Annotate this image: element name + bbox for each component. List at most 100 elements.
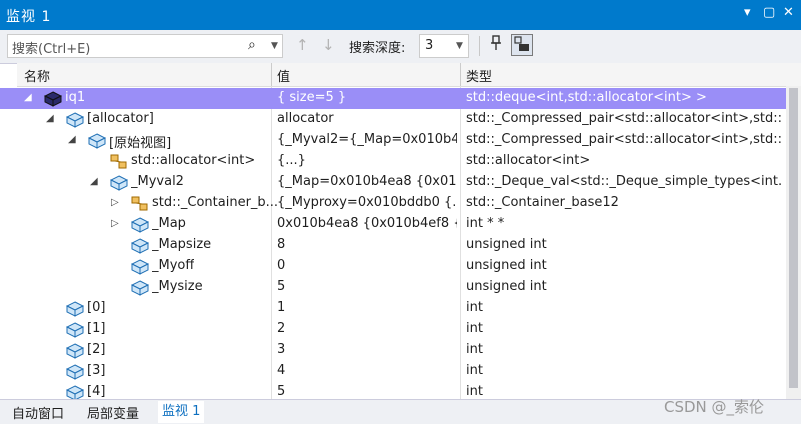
watermark: CSDN @_索伦 [664, 398, 765, 416]
close-icon[interactable]: ✕ [783, 5, 794, 20]
collapse-icon[interactable]: ◢ [90, 176, 98, 187]
row-value[interactable]: { size=5 } [277, 90, 457, 105]
row-name: _Myval2 [131, 174, 184, 189]
search-depth-select[interactable]: 3 ▼ [419, 34, 469, 58]
search-icon[interactable]: ⌕ [248, 37, 256, 53]
tab-autos[interactable]: 自动窗口 [12, 403, 64, 422]
title-bar: 监视 1 ▾ ▢ ✕ [0, 0, 801, 30]
dropdown-icon[interactable]: ▾ [744, 5, 751, 20]
search-placeholder: 搜索(Ctrl+E) [12, 42, 91, 57]
row-type: int [466, 363, 483, 378]
row-name: [4] [87, 384, 106, 399]
row-name: [3] [87, 363, 106, 378]
maximize-icon[interactable]: ▢ [763, 5, 775, 20]
search-next-icon[interactable]: ↓ [322, 36, 335, 54]
chevron-down-icon: ▼ [456, 41, 463, 51]
column-name-header[interactable]: 名称 [24, 66, 50, 85]
row-name: iq1 [65, 90, 86, 105]
collapse-icon[interactable]: ◢ [46, 113, 54, 124]
row-type: unsigned int [466, 237, 547, 252]
cube-icon [130, 217, 150, 233]
row-value[interactable]: {_Myproxy=0x010bddb0 {... [277, 195, 457, 210]
watch-row[interactable]: ◢ [原始视图] {_Myval2={_Map=0x010b4... std::_Co… [0, 130, 786, 151]
cube-icon [65, 301, 85, 317]
column-type-header[interactable]: 类型 [466, 66, 492, 85]
watch-row[interactable]: ◢ [allocator] allocator std::_Compressed_pa… [0, 109, 786, 130]
expand-icon[interactable]: ▷ [111, 218, 119, 229]
column-value-header[interactable]: 值 [277, 66, 290, 85]
expand-icon[interactable]: ▷ [111, 197, 119, 208]
toolbar-divider [479, 36, 480, 56]
row-value[interactable]: 3 [277, 342, 457, 357]
collapse-icon[interactable]: ◢ [68, 134, 76, 145]
watch-row[interactable]: ▷ _Map 0x010b4ea8 {0x010b4ef8 {... int * * [0, 214, 786, 235]
cube-icon [130, 259, 150, 275]
cube-icon [43, 91, 63, 107]
row-type: std::deque<int,std::allocator<int> > [466, 90, 707, 105]
watch-row[interactable]: _Mysize 5 unsigned int [0, 277, 786, 298]
row-value[interactable]: {_Myval2={_Map=0x010b4... [277, 132, 457, 147]
row-name: _Mysize [152, 279, 203, 294]
row-value[interactable]: 4 [277, 363, 457, 378]
watch-row[interactable]: ▷ std::_Container_b... {_Myproxy=0x010bddb… [0, 193, 786, 214]
row-value[interactable]: {_Map=0x010b4ea8 {0x01... [277, 174, 457, 189]
watch-row[interactable]: _Mapsize 8 unsigned int [0, 235, 786, 256]
base-class-icon [110, 154, 127, 169]
vertical-scrollbar[interactable] [786, 86, 801, 399]
row-name: _Myoff [152, 258, 195, 273]
row-value[interactable]: allocator [277, 111, 457, 126]
cube-icon [65, 112, 85, 128]
base-class-icon [131, 196, 148, 211]
cube-icon [65, 364, 85, 380]
cube-icon [130, 280, 150, 296]
row-type: std::_Container_base12 [466, 195, 619, 210]
row-type: std::allocator<int> [466, 153, 591, 168]
cube-icon [65, 322, 85, 338]
column-divider[interactable] [460, 63, 461, 86]
row-type: int * * [466, 216, 505, 231]
tab-locals[interactable]: 局部变量 [87, 403, 139, 422]
row-name: [allocator] [87, 111, 154, 126]
row-type: int [466, 300, 483, 315]
search-depth-value: 3 [425, 38, 434, 53]
row-name: [原始视图] [109, 136, 172, 151]
row-name: _Mapsize [152, 237, 212, 252]
chevron-down-icon[interactable]: ▼ [271, 41, 278, 51]
row-value[interactable]: 2 [277, 321, 457, 336]
search-previous-icon[interactable]: ↑ [296, 36, 309, 54]
scrollbar-thumb[interactable] [789, 88, 798, 388]
row-name: std::allocator<int> [131, 153, 256, 168]
row-value[interactable]: 5 [277, 384, 457, 399]
row-type: std::_Compressed_pair<std::allocator<int… [466, 111, 782, 126]
pin-icon[interactable] [485, 34, 507, 56]
cube-icon [130, 238, 150, 254]
row-value[interactable]: 5 [277, 279, 457, 294]
row-value[interactable]: 0 [277, 258, 457, 273]
tab-watch-1[interactable]: 监视 1 [158, 401, 205, 423]
column-divider[interactable] [271, 63, 272, 86]
row-value[interactable]: 1 [277, 300, 457, 315]
watch-row[interactable]: [3] 4 int [0, 361, 786, 382]
hex-display-icon[interactable] [511, 34, 533, 56]
watch-row[interactable]: ◢ _Myval2 {_Map=0x010b4ea8 {0x01... std::_D… [0, 172, 786, 193]
row-type: unsigned int [466, 258, 547, 273]
cube-icon [87, 133, 107, 149]
watch-row[interactable]: [1] 2 int [0, 319, 786, 340]
row-value[interactable]: {...} [277, 153, 457, 168]
row-type: int [466, 342, 483, 357]
watch-row[interactable]: _Myoff 0 unsigned int [0, 256, 786, 277]
watch-row[interactable]: [2] 3 int [0, 340, 786, 361]
row-value[interactable]: 8 [277, 237, 457, 252]
cube-icon [109, 175, 129, 191]
row-value[interactable]: 0x010b4ea8 {0x010b4ef8 {... [277, 216, 457, 231]
search-depth-label: 搜索深度: [349, 41, 406, 56]
cube-icon [65, 343, 85, 359]
collapse-icon[interactable]: ◢ [24, 92, 32, 103]
watch-row[interactable]: [0] 1 int [0, 298, 786, 319]
row-name: [2] [87, 342, 106, 357]
column-header: 名称 值 类型 [17, 63, 801, 87]
watch-row[interactable]: std::allocator<int> {...} std::allocator<i… [0, 151, 786, 172]
search-input[interactable]: 搜索(Ctrl+E) ⌕ ▼ [7, 34, 283, 58]
watch-row[interactable]: ◢ iq1 { size=5 } std::deque<int,std::alloca… [0, 88, 786, 109]
row-name: _Map [152, 216, 186, 231]
